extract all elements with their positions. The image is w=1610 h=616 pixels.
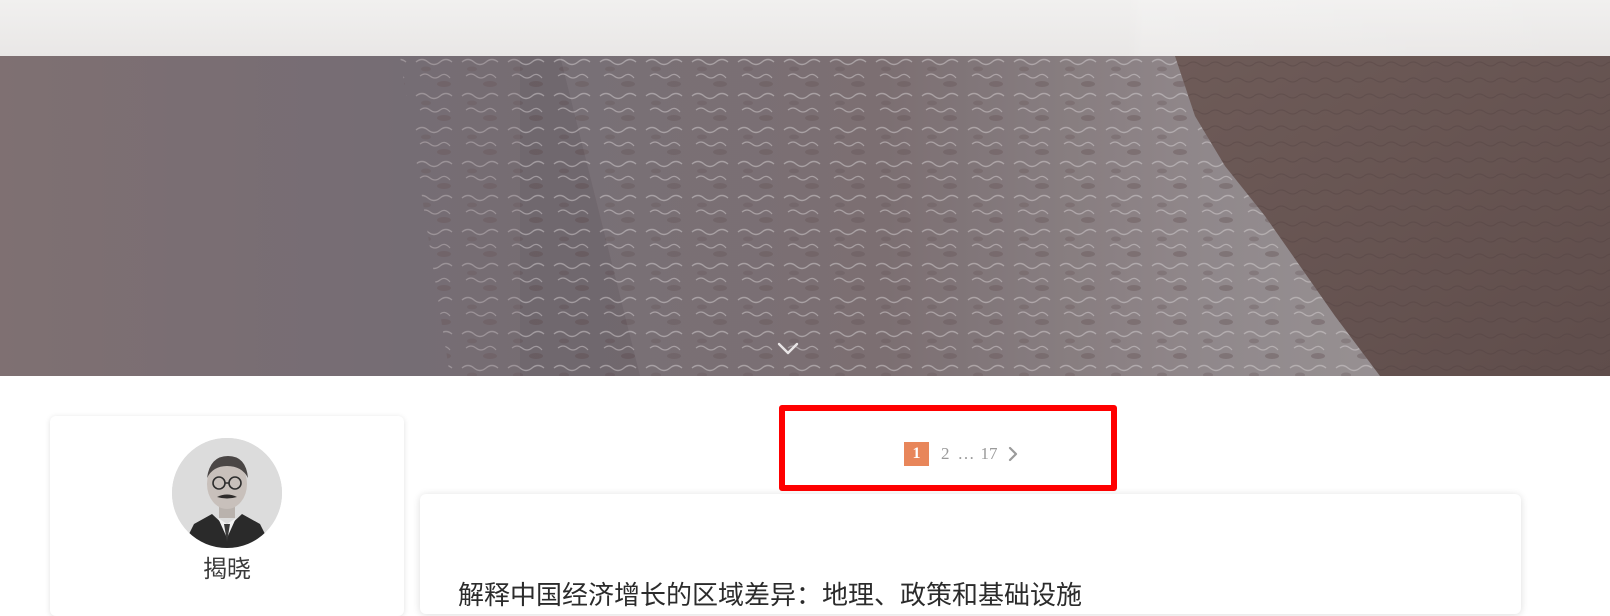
profile-name[interactable]: 揭晓	[176, 552, 278, 586]
avatar-image	[172, 438, 282, 548]
top-strip	[0, 0, 1610, 56]
highlight-box	[779, 405, 1117, 491]
scroll-down-chevron-icon[interactable]	[776, 341, 800, 357]
hero-banner	[0, 56, 1610, 376]
post-title[interactable]: 解释中国经济增长的区域差异：地理、政策和基础设施	[458, 578, 1498, 614]
portrait-avatar[interactable]	[172, 438, 282, 548]
hero-beach-image	[0, 56, 1610, 376]
